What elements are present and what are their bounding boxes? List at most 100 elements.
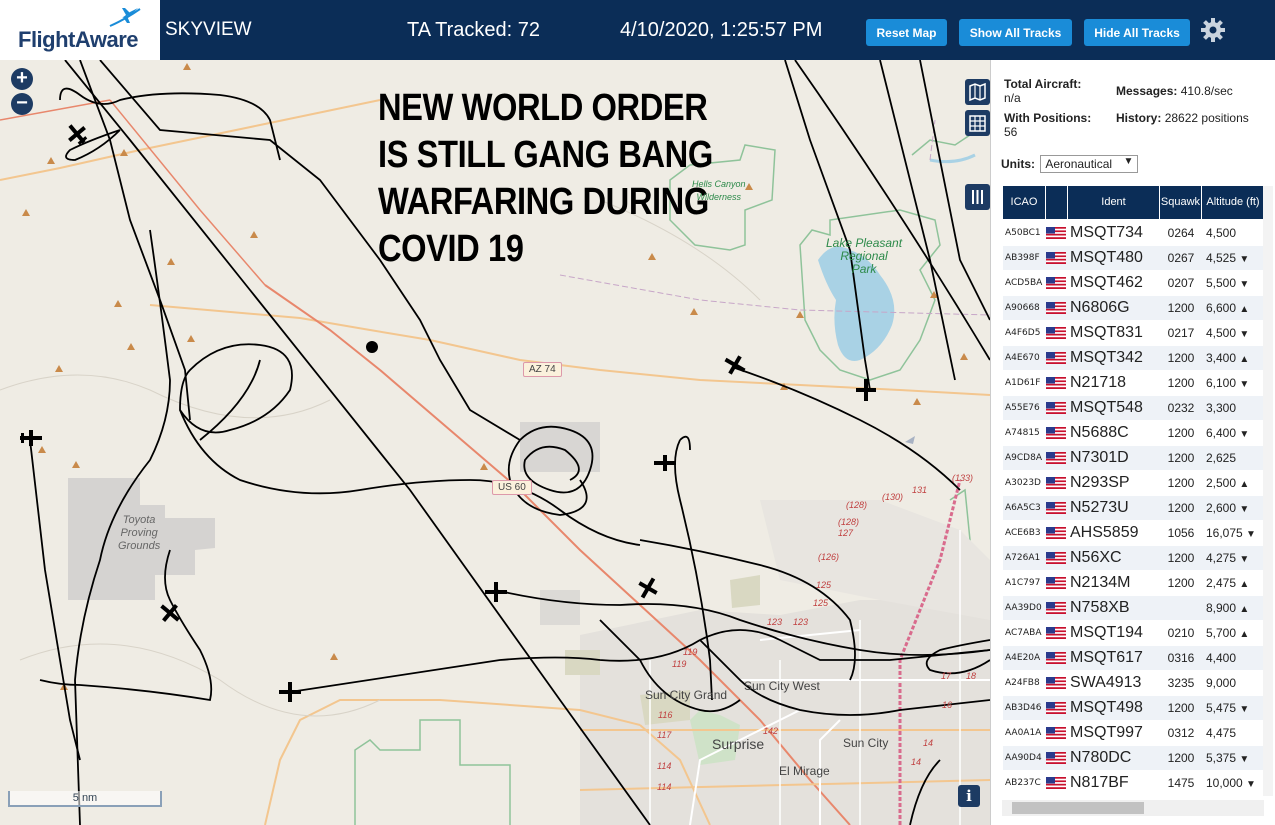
route-number: 16 [942, 700, 953, 710]
altitude-cell: 2,625 [1202, 451, 1264, 465]
route-number: (130) [882, 492, 904, 502]
squawk-cell: 1200 [1167, 551, 1195, 565]
map-view[interactable]: + − NEW WORLD ORDER IS STILL GANG BANG W… [0, 60, 990, 825]
map-grid-button[interactable] [965, 110, 990, 136]
aircraft-row[interactable]: AA90D4 N780DC 1200 5,375 ▼ [1003, 746, 1264, 771]
ident-cell: N56XC [1070, 549, 1122, 566]
us-flag-icon [1046, 501, 1068, 515]
aircraft-row[interactable]: A6A5C3 N5273U 1200 2,600 ▼ [1003, 496, 1264, 521]
total-aircraft-value: n/a [1004, 91, 1021, 105]
ident-cell: MSQT997 [1070, 724, 1143, 741]
aircraft-row[interactable]: A726A1 N56XC 1200 4,275 ▼ [1003, 546, 1264, 571]
ident-cell: N293SP [1070, 474, 1130, 491]
aircraft-row[interactable]: A24FB8 SWA4913 3235 9,000 [1003, 671, 1264, 696]
reset-map-button[interactable]: Reset Map [866, 19, 947, 46]
aircraft-row[interactable]: A3023D N293SP 1200 2,500 ▲ [1003, 471, 1264, 496]
aircraft-row[interactable]: A90668 N6806G 1200 6,600 ▲ [1003, 296, 1264, 321]
aircraft-row[interactable]: AB237C N817BF 1475 10,000 ▼ [1003, 771, 1264, 796]
icao-cell: A3023D [1005, 478, 1041, 488]
column-icao[interactable]: ICAO [1003, 186, 1046, 219]
messages-value: 410.8/sec [1180, 84, 1233, 98]
ident-cell: N7301D [1070, 449, 1129, 466]
us-flag-icon [1046, 251, 1068, 265]
aircraft-row[interactable]: A55E76 MSQT548 0232 3,300 [1003, 396, 1264, 421]
aircraft-row[interactable]: A1D61F N21718 1200 6,100 ▼ [1003, 371, 1264, 396]
overlay-line-2: IS STILL GANG BANG [378, 134, 713, 176]
us-flag-icon [1046, 776, 1068, 790]
squawk-cell: 0264 [1167, 226, 1195, 240]
squawk-cell: 1200 [1167, 351, 1195, 365]
us-flag-icon [1046, 651, 1068, 665]
altitude-value: 2,500 [1206, 476, 1237, 490]
table-horizontal-scrollbar[interactable] [1002, 800, 1264, 816]
altitude-cell: 4,500 ▼ [1202, 326, 1264, 340]
table-vertical-scrollbar[interactable] [1263, 186, 1273, 796]
altitude-value: 4,275 [1206, 551, 1237, 565]
altitude-cell: 4,475 [1202, 726, 1264, 740]
aircraft-row[interactable]: A1C797 N2134M 1200 2,475 ▲ [1003, 571, 1264, 596]
us-flag-icon [1046, 326, 1068, 340]
zoom-in-button[interactable]: + [11, 68, 33, 90]
ident-cell: MSQT194 [1070, 624, 1143, 641]
squawk-cell: 1200 [1167, 501, 1195, 515]
aircraft-row[interactable]: A9CD8A N7301D 1200 2,625 [1003, 446, 1264, 471]
altitude-value: 2,625 [1206, 451, 1237, 465]
zoom-out-button[interactable]: − [11, 93, 33, 115]
aircraft-row[interactable]: AB398F MSQT480 0267 4,525 ▼ [1003, 246, 1264, 271]
skyview-app: FlightAware SKYVIEW TA Tracked: 72 4/10/… [0, 0, 1275, 825]
route-number: 17 [941, 671, 952, 681]
altitude-value: 5,475 [1206, 701, 1237, 715]
altitude-trend-icon: ▼ [1239, 429, 1250, 440]
column-squawk[interactable]: Squawk [1160, 186, 1202, 219]
altitude-cell: 5,475 ▼ [1202, 701, 1264, 715]
aircraft-row[interactable]: A50BC1 MSQT734 0264 4,500 [1003, 221, 1264, 246]
column-ident[interactable]: Ident [1068, 186, 1160, 219]
altitude-value: 4,475 [1206, 726, 1237, 740]
column-altitude[interactable]: Altitude (ft) [1202, 186, 1264, 219]
altitude-value: 8,900 [1206, 601, 1237, 615]
icao-cell: A4E20A [1005, 653, 1041, 663]
us-flag-icon [1046, 726, 1068, 740]
icao-cell: A6A5C3 [1005, 503, 1041, 513]
gear-icon[interactable] [1200, 17, 1226, 43]
icao-cell: AA39D0 [1005, 603, 1042, 613]
us-flag-icon [1046, 626, 1068, 640]
flightaware-logo[interactable]: FlightAware [0, 0, 160, 60]
aircraft-row[interactable]: AB3D46 MSQT498 1200 5,475 ▼ [1003, 696, 1264, 721]
altitude-cell: 4,400 [1202, 651, 1264, 665]
aircraft-row[interactable]: AA39D0 N758XB 8,900 ▲ [1003, 596, 1264, 621]
route-number: (128) [846, 500, 868, 510]
icao-cell: A1C797 [1005, 578, 1041, 588]
icao-cell: AB3D46 [1005, 703, 1042, 713]
ident-cell: MSQT548 [1070, 399, 1143, 416]
altitude-cell: 2,475 ▲ [1202, 576, 1264, 590]
hide-all-tracks-button[interactable]: Hide All Tracks [1084, 19, 1190, 46]
show-all-tracks-button[interactable]: Show All Tracks [959, 19, 1072, 46]
ident-cell: MSQT831 [1070, 324, 1143, 341]
route-number: 114 [657, 782, 672, 792]
map-layers-button[interactable] [965, 79, 990, 105]
altitude-cell: 6,100 ▼ [1202, 376, 1264, 390]
toggle-sidebar-button[interactable] [965, 184, 990, 210]
aircraft-row[interactable]: A4E20A MSQT617 0316 4,400 [1003, 646, 1264, 671]
squawk-cell: 3235 [1167, 676, 1195, 690]
info-button[interactable]: i [958, 785, 980, 807]
altitude-value: 16,075 [1206, 526, 1243, 540]
aircraft-row[interactable]: AA0A1A MSQT997 0312 4,475 [1003, 721, 1264, 746]
route-number: 123 [793, 617, 809, 627]
units-select[interactable]: Aeronautical ▼ [1040, 155, 1139, 173]
squawk-cell: 1200 [1167, 576, 1195, 590]
aircraft-row[interactable]: A74815 N5688C 1200 6,400 ▼ [1003, 421, 1264, 446]
us-flag-icon [1046, 401, 1068, 415]
scrollbar-thumb[interactable] [1012, 802, 1144, 814]
icao-cell: A4F6D5 [1005, 328, 1041, 338]
squawk-cell: 1200 [1167, 701, 1195, 715]
aircraft-row[interactable]: ACD5BA MSQT462 0207 5,500 ▼ [1003, 271, 1264, 296]
us-flag-icon [1046, 526, 1068, 540]
aircraft-row[interactable]: A4F6D5 MSQT831 0217 4,500 ▼ [1003, 321, 1264, 346]
aircraft-row[interactable]: AC7ABA MSQT194 0210 5,700 ▲ [1003, 621, 1264, 646]
aircraft-row[interactable]: A4E670 MSQT342 1200 3,400 ▲ [1003, 346, 1264, 371]
aircraft-row[interactable]: ACE6B3 AHS5859 1056 16,075 ▼ [1003, 521, 1264, 546]
icao-cell: A74815 [1005, 428, 1040, 438]
route-number: 131 [912, 485, 928, 495]
